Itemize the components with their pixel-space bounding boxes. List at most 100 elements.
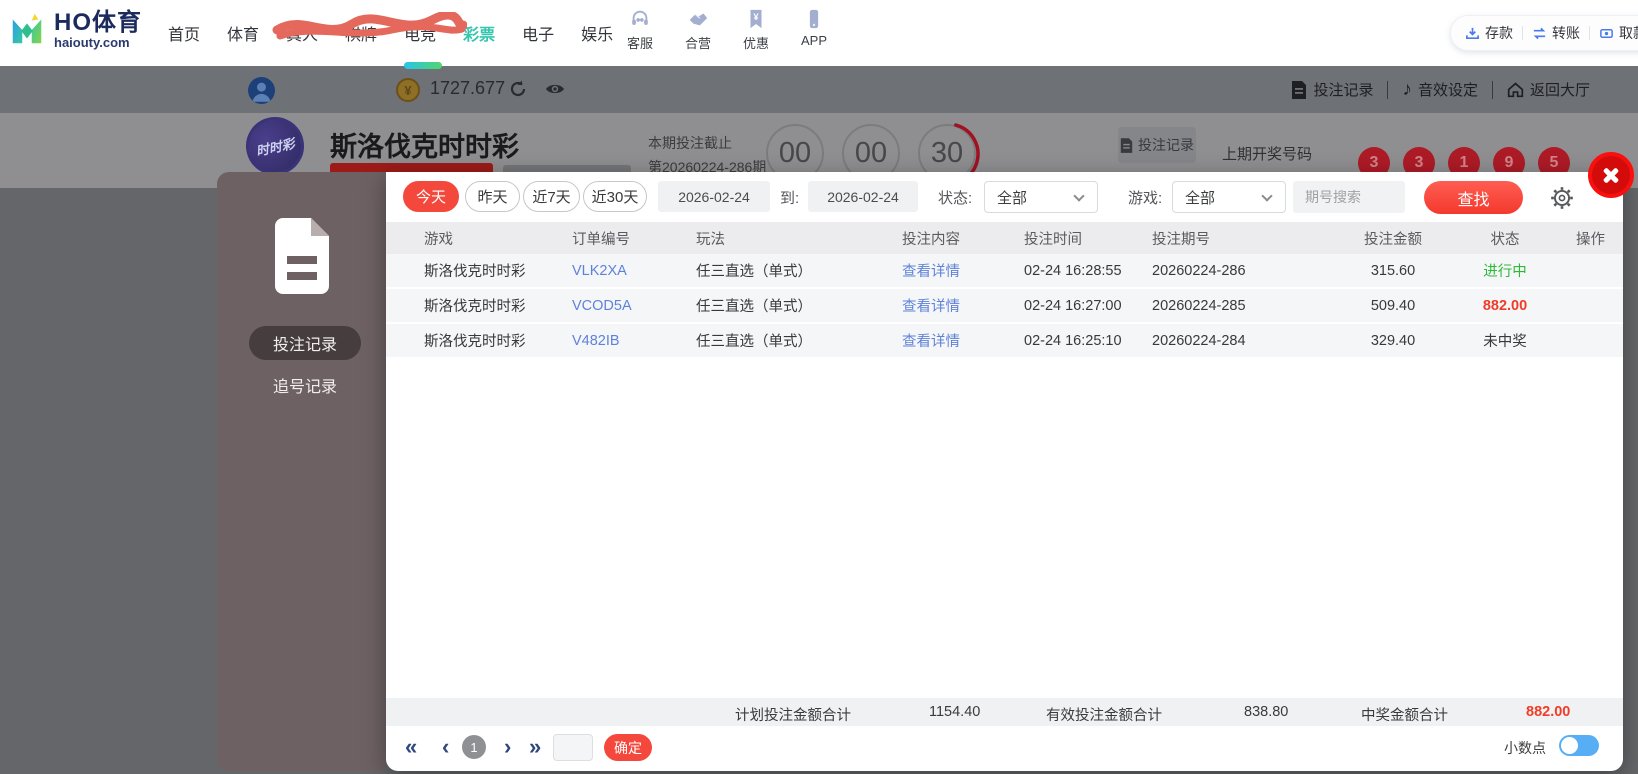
view-details-link[interactable]: 查看详情 xyxy=(902,330,1024,351)
toggle-knob xyxy=(1561,737,1578,754)
col-status: 状态 xyxy=(1490,231,1520,248)
decimal-toggle-label: 小数点 xyxy=(1504,740,1546,756)
summary-plan-value: 1154.40 xyxy=(929,704,981,720)
view-details-link[interactable]: 查看详情 xyxy=(902,260,1024,281)
coupon-icon: ¥ xyxy=(750,9,762,29)
filter-yesterday-button[interactable]: 昨天 xyxy=(465,181,520,212)
cell-period: 20260224-284 xyxy=(1152,332,1246,349)
current-page-badge[interactable]: 1 xyxy=(462,735,486,759)
cell-amount: 329.40 xyxy=(1370,332,1416,349)
promotions-button[interactable]: ¥ 优惠 xyxy=(738,8,774,52)
sound-settings-link[interactable]: ♪ 音效设定 xyxy=(1402,79,1478,101)
status-badge: 未中奖 xyxy=(1483,334,1527,350)
view-details-link[interactable]: 查看详情 xyxy=(902,295,1024,316)
last-page-button[interactable]: » xyxy=(529,732,541,762)
nav-item-lottery[interactable]: 彩票 xyxy=(463,21,495,45)
app-screen: HO体育 haiouty.com 首页 体育 真人 棋牌 电竞 彩票 电子 娱乐 xyxy=(0,0,1638,774)
brand-logo[interactable]: HO体育 haiouty.com xyxy=(8,10,142,50)
nav-item-home[interactable]: 首页 xyxy=(168,21,200,45)
col-content: 投注内容 xyxy=(902,231,960,248)
cell-amount: 509.40 xyxy=(1370,297,1416,314)
filter-bar: 今天 昨天 近7天 近30天 到: 状态: 全部 游戏: 全部 查找 xyxy=(386,181,1623,215)
bet-record-link[interactable]: 投注记录 xyxy=(1291,79,1373,100)
date-to-label: 到: xyxy=(780,190,800,207)
search-button[interactable]: 查找 xyxy=(1424,181,1523,214)
prev-page-button[interactable]: ‹ xyxy=(442,732,449,762)
refresh-icon xyxy=(510,80,526,97)
withdraw-icon xyxy=(1600,28,1613,38)
settings-button[interactable] xyxy=(1549,185,1575,211)
date-from-input[interactable] xyxy=(658,181,770,212)
deposit-button[interactable]: 存款 xyxy=(1465,23,1513,43)
handshake-icon xyxy=(689,13,708,26)
divider xyxy=(1387,80,1389,99)
music-note-icon: ♪ xyxy=(1402,78,1412,100)
balance-amount: 1727.677 xyxy=(430,78,506,98)
order-link[interactable]: V482IB xyxy=(572,333,696,349)
bet-records-modal: 今天 昨天 近7天 近30天 到: 状态: 全部 游戏: 全部 查找 xyxy=(386,172,1623,771)
lottery-title: 斯洛伐克时时彩 xyxy=(330,132,519,162)
cell-time: 02-24 16:28:55 xyxy=(1024,262,1122,279)
confirm-page-button[interactable]: 确定 xyxy=(604,734,652,761)
nav-item-slots[interactable]: 电子 xyxy=(522,21,554,45)
order-link[interactable]: VLK2XA xyxy=(572,263,696,279)
col-period: 投注期号 xyxy=(1152,231,1210,248)
order-link[interactable]: VCOD5A xyxy=(572,298,696,314)
bet-records-table: 游戏 订单编号 玩法 投注内容 投注时间 投注期号 投注金额 状态 操作 斯洛伐… xyxy=(386,222,1623,359)
cell-play: 任三直选（单式） xyxy=(696,334,812,350)
user-sub-bar: ¥ 1727.677 投注记录 ♪ 音效设定 返回大厅 xyxy=(0,66,1638,113)
nav-item-sports[interactable]: 体育 xyxy=(227,21,259,45)
date-to-input[interactable] xyxy=(808,181,918,212)
summary-bar: 计划投注金额合计 1154.40 有效投注金额合计 838.80 中奖金额合计 … xyxy=(386,698,1623,726)
cell-amount: 315.60 xyxy=(1370,262,1416,279)
sidebar-item-chase-records[interactable]: 追号记录 xyxy=(249,368,361,402)
redaction-scribble xyxy=(272,12,467,40)
avatar[interactable] xyxy=(248,77,275,104)
back-to-lobby-link[interactable]: 返回大厅 xyxy=(1507,79,1590,100)
brand-title: HO体育 xyxy=(54,9,142,36)
status-badge: 进行中 xyxy=(1483,264,1527,280)
app-download-button[interactable]: APP xyxy=(796,8,832,52)
page-number-input[interactable] xyxy=(553,734,593,761)
period-search-input[interactable] xyxy=(1293,181,1405,213)
cell-game: 斯洛伐克时时彩 xyxy=(424,299,526,315)
game-select[interactable]: 全部 xyxy=(1172,181,1286,213)
col-time: 投注时间 xyxy=(1024,231,1082,248)
nav-item-entertainment[interactable]: 娱乐 xyxy=(581,21,613,45)
table-row: 斯洛伐克时时彩 V482IB 任三直选（单式） 查看详情 02-24 16:25… xyxy=(386,324,1623,359)
close-modal-button[interactable] xyxy=(1588,152,1634,198)
filter-30days-button[interactable]: 近30天 xyxy=(583,181,647,212)
wallet-actions: 存款 转账 取款 xyxy=(1450,15,1638,51)
refresh-balance-button[interactable] xyxy=(508,79,528,104)
cell-play: 任三直选（单式） xyxy=(696,264,812,280)
sidebar-item-bet-records[interactable]: 投注记录 xyxy=(249,326,361,360)
status-select[interactable]: 全部 xyxy=(984,181,1098,213)
deposit-icon xyxy=(1466,27,1479,39)
summary-valid-value: 838.80 xyxy=(1244,704,1289,720)
divider xyxy=(1589,26,1590,40)
filter-today-button[interactable]: 今天 xyxy=(403,181,459,212)
customer-service-button[interactable]: 客服 xyxy=(622,8,658,52)
partnership-button[interactable]: 合营 xyxy=(680,8,716,52)
cell-time: 02-24 16:25:10 xyxy=(1024,332,1122,349)
col-action: 操作 xyxy=(1576,231,1605,248)
toggle-balance-visibility-button[interactable] xyxy=(544,80,566,103)
bet-record-button[interactable]: 投注记录 xyxy=(1118,127,1196,163)
filter-7days-button[interactable]: 近7天 xyxy=(523,181,580,212)
document-icon xyxy=(275,218,329,294)
home-icon xyxy=(1507,82,1524,98)
eye-icon xyxy=(546,84,564,94)
transfer-icon xyxy=(1533,27,1546,39)
decimal-toggle[interactable] xyxy=(1559,735,1599,756)
first-page-button[interactable]: « xyxy=(405,732,417,762)
withdraw-button[interactable]: 取款 xyxy=(1599,23,1638,43)
cell-period: 20260224-285 xyxy=(1152,297,1246,314)
transfer-button[interactable]: 转账 xyxy=(1532,23,1580,43)
game-label: 游戏: xyxy=(1128,190,1163,207)
chevron-down-icon xyxy=(1073,190,1085,202)
col-game: 游戏 xyxy=(424,231,453,248)
last-draw-label: 上期开奖号码 xyxy=(1222,146,1313,163)
next-page-button[interactable]: › xyxy=(504,732,511,762)
table-header-row: 游戏 订单编号 玩法 投注内容 投注时间 投注期号 投注金额 状态 操作 xyxy=(386,222,1623,254)
user-icon xyxy=(252,82,271,102)
